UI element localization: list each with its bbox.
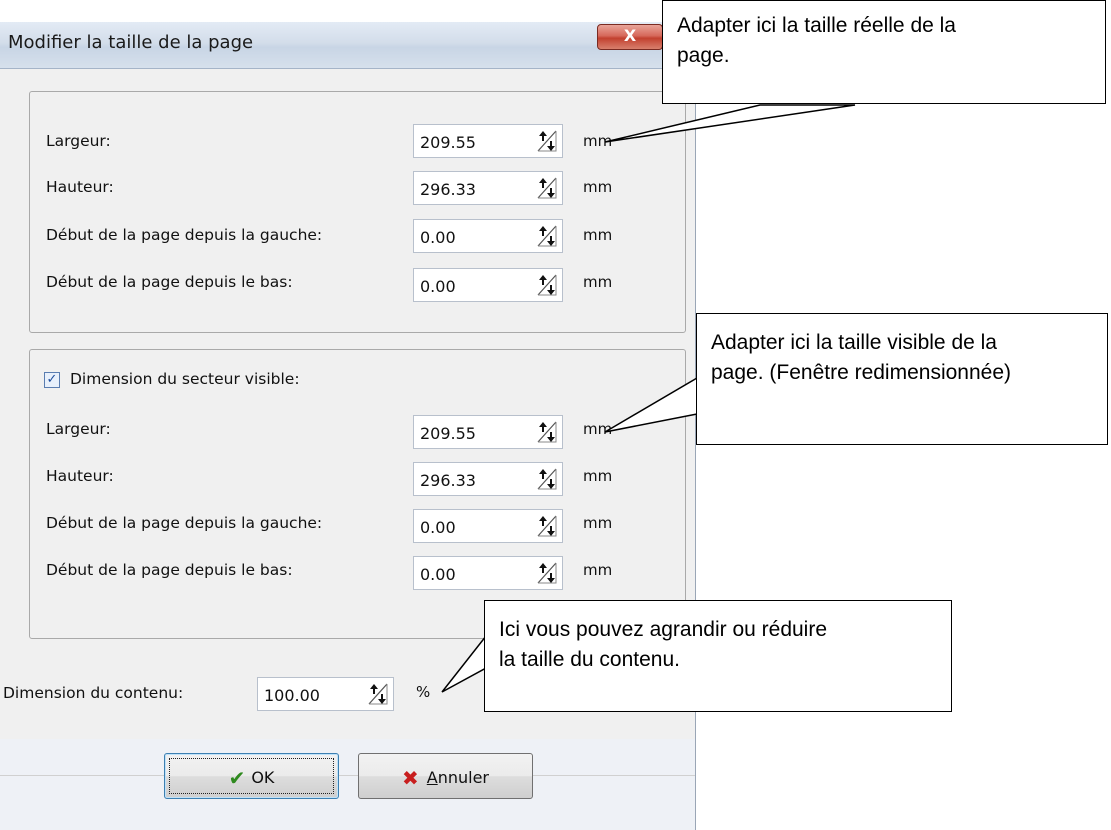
width-field[interactable]: 209.55	[413, 124, 563, 158]
spin-arrows-icon[interactable]	[536, 514, 558, 538]
spin-arrows-icon[interactable]	[536, 467, 558, 491]
visible-width-unit: mm	[583, 420, 613, 438]
visible-area-group: ✓ Dimension du secteur visible: Largeur:…	[29, 349, 686, 639]
page-size-group: Largeur: 209.55 mm Hauteur: 296.33 mm Dé…	[29, 91, 686, 333]
content-size-unit: %	[416, 683, 431, 701]
bottom-offset-label: Début de la page depuis le bas:	[46, 273, 293, 291]
left-offset-field[interactable]: 0.00	[413, 219, 563, 253]
dialog-title: Modifier la taille de la page	[8, 32, 254, 53]
spin-arrows-icon[interactable]	[536, 224, 558, 248]
callout-visible-size: Adapter ici la taille visible de la page…	[696, 313, 1108, 445]
visible-height-unit: mm	[583, 467, 613, 485]
visible-bottom-offset-field[interactable]: 0.00	[413, 556, 563, 590]
checkmark-icon: ✔	[228, 766, 246, 790]
callout-3-line-2: la taille du contenu.	[499, 648, 680, 671]
visible-left-offset-label: Début de la page depuis la gauche:	[46, 514, 323, 532]
spin-arrows-icon[interactable]	[536, 561, 558, 585]
content-size-value: 100.00	[264, 686, 320, 705]
visible-bottom-offset-unit: mm	[583, 561, 613, 579]
spin-arrows-icon[interactable]	[536, 129, 558, 153]
callout-real-size: Adapter ici la taille réelle de la page.	[662, 0, 1106, 104]
cancel-accelerator: A	[426, 768, 438, 787]
ok-button-content: ✔ OK	[165, 766, 338, 790]
ok-label: OK	[251, 768, 275, 787]
visible-bottom-offset-value: 0.00	[420, 565, 456, 584]
content-size-field[interactable]: 100.00	[257, 677, 394, 711]
visible-left-offset-value: 0.00	[420, 518, 456, 537]
close-icon: X	[623, 26, 637, 45]
bottom-offset-value: 0.00	[420, 277, 456, 296]
spin-arrows-icon[interactable]	[536, 420, 558, 444]
cancel-button-content: ✖ Annuler	[359, 766, 532, 790]
visible-height-value: 296.33	[420, 471, 476, 490]
callout-2-line-2: page. (Fenêtre redimensionnée)	[711, 361, 1012, 384]
callout-content-size: Ici vous pouvez agrandir ou réduire la t…	[484, 600, 952, 712]
width-label: Largeur:	[46, 132, 111, 150]
visible-area-checkbox[interactable]: ✓	[44, 372, 60, 388]
bottom-offset-field[interactable]: 0.00	[413, 268, 563, 302]
callout-3-line-1: Ici vous pouvez agrandir ou réduire	[499, 618, 828, 641]
left-offset-value: 0.00	[420, 228, 456, 247]
visible-area-checkbox-label[interactable]: Dimension du secteur visible:	[70, 370, 300, 388]
height-unit: mm	[583, 178, 613, 196]
height-label: Hauteur:	[46, 178, 114, 196]
title-bar: Modifier la taille de la page X	[0, 22, 696, 69]
visible-width-label: Largeur:	[46, 420, 111, 438]
spin-arrows-icon[interactable]	[536, 273, 558, 297]
spin-arrows-icon[interactable]	[536, 176, 558, 200]
red-x-icon: ✖	[401, 766, 419, 790]
left-offset-unit: mm	[583, 226, 613, 244]
visible-width-value: 209.55	[420, 424, 476, 443]
visible-height-label: Hauteur:	[46, 467, 114, 485]
divider	[0, 775, 695, 776]
ok-button[interactable]: ✔ OK	[164, 753, 339, 799]
visible-height-field[interactable]: 296.33	[413, 462, 563, 496]
visible-bottom-offset-label: Début de la page depuis le bas:	[46, 561, 293, 579]
callout-2-line-1: Adapter ici la taille visible de la	[711, 331, 997, 354]
bottom-offset-unit: mm	[583, 273, 613, 291]
callout-1-line-2: page.	[677, 44, 730, 67]
left-offset-label: Début de la page depuis la gauche:	[46, 226, 323, 244]
cancel-label: nnuler	[437, 768, 489, 787]
height-field[interactable]: 296.33	[413, 171, 563, 205]
visible-width-field[interactable]: 209.55	[413, 415, 563, 449]
content-size-label: Dimension du contenu:	[3, 684, 184, 702]
width-value: 209.55	[420, 133, 476, 152]
visible-left-offset-unit: mm	[583, 514, 613, 532]
checkbox-checked-icon: ✓	[46, 372, 58, 387]
close-button[interactable]: X	[597, 24, 663, 50]
height-value: 296.33	[420, 180, 476, 199]
visible-left-offset-field[interactable]: 0.00	[413, 509, 563, 543]
width-unit: mm	[583, 132, 613, 150]
callout-1-line-1: Adapter ici la taille réelle de la	[677, 14, 956, 37]
spin-arrows-icon[interactable]	[367, 682, 389, 706]
cancel-button[interactable]: ✖ Annuler	[358, 753, 533, 799]
